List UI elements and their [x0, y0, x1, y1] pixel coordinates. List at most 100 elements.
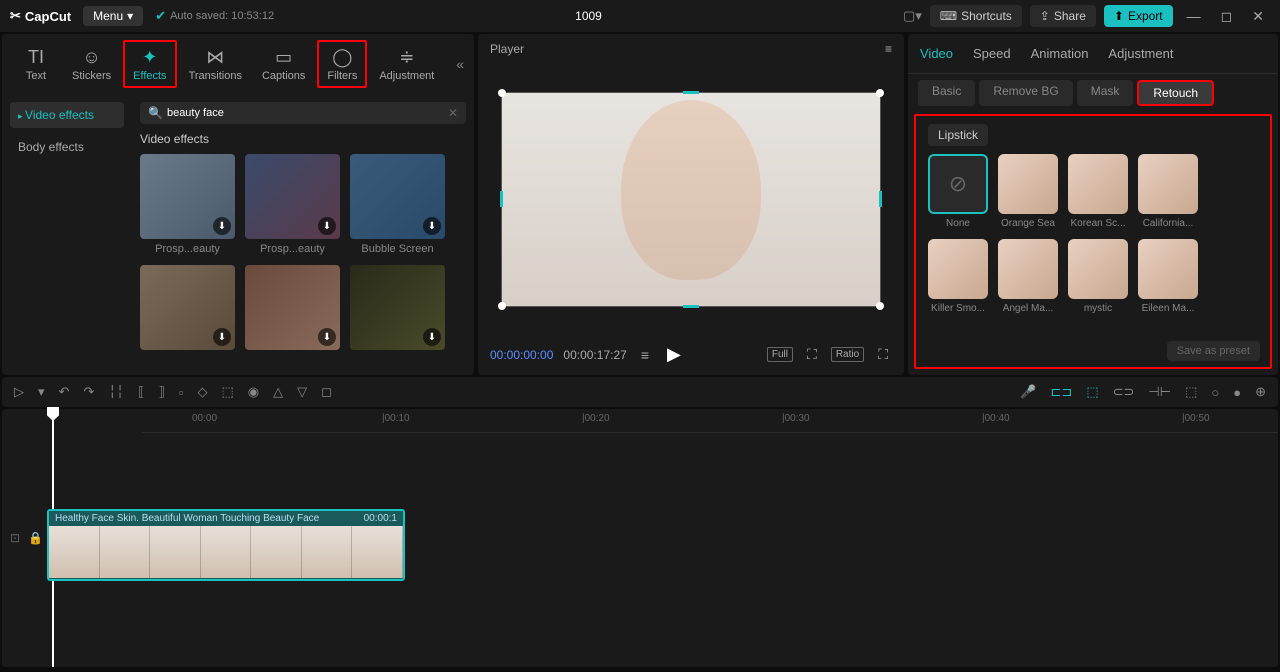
download-icon[interactable]: ⬇	[318, 217, 336, 235]
timeline-ruler[interactable]: 00:00 |00:10 |00:20 |00:30 |00:40 |00:50	[142, 409, 1278, 433]
share-button[interactable]: ⇪ Share	[1030, 5, 1096, 27]
tab-filters[interactable]: ◯Filters	[317, 40, 367, 88]
preset-none[interactable]: ⊘None	[928, 154, 988, 229]
play-button[interactable]: ▶	[663, 342, 685, 367]
preset-item[interactable]: Orange Sea	[998, 154, 1058, 229]
zoom-out[interactable]: ○	[1211, 385, 1219, 400]
mirror-tool[interactable]: ▽	[297, 384, 307, 400]
player-menu-icon[interactable]: ≡	[885, 42, 892, 56]
magnet-tool[interactable]: ⊏⊐	[1051, 384, 1073, 400]
mic-icon[interactable]: 🎤	[1020, 384, 1036, 400]
preset-item[interactable]: mystic	[1068, 239, 1128, 314]
full-button[interactable]: Full	[767, 347, 793, 362]
download-icon[interactable]: ⬇	[213, 328, 231, 346]
crop-marker[interactable]	[683, 305, 699, 308]
video-frame[interactable]	[501, 92, 881, 307]
undo-button[interactable]: ↶	[59, 384, 70, 400]
zoom-in[interactable]: ⊕	[1255, 384, 1266, 400]
crop-tool[interactable]: ◻	[321, 384, 332, 400]
subtab-basic[interactable]: Basic	[918, 80, 975, 106]
chain-tool[interactable]: ⊂⊃	[1113, 384, 1135, 400]
download-icon[interactable]: ⬇	[423, 328, 441, 346]
split-tool[interactable]: ╎╎	[108, 384, 124, 400]
tab-text[interactable]: TIText	[12, 42, 60, 86]
sidebar-item-body-effects[interactable]: Body effects	[10, 134, 124, 160]
tab-speed[interactable]: Speed	[973, 42, 1011, 65]
align-tool[interactable]: ⊣⊢	[1148, 384, 1171, 400]
ratio-button[interactable]: Ratio	[831, 347, 864, 362]
effect-item[interactable]: ⬇Prosp...eauty	[140, 154, 235, 255]
link-tool[interactable]: ⬚	[1086, 384, 1098, 400]
effect-item[interactable]: ⬇	[245, 265, 340, 354]
record-tool[interactable]: ⬚	[221, 384, 233, 400]
effect-item[interactable]: ⬇Prosp...eauty	[245, 154, 340, 255]
preset-item[interactable]: Killer Smo...	[928, 239, 988, 314]
preset-item[interactable]: California...	[1138, 154, 1198, 229]
scale-icon[interactable]: ⛶	[803, 344, 821, 365]
preset-item[interactable]: Korean Sc...	[1068, 154, 1128, 229]
clear-icon[interactable]: ✕	[448, 106, 458, 120]
save-preset-button[interactable]: Save as preset	[1167, 341, 1260, 361]
lock-icon[interactable]: 🔒	[28, 531, 43, 545]
subtab-mask[interactable]: Mask	[1077, 80, 1134, 106]
trim-right-tool[interactable]: ⟧	[158, 384, 164, 400]
track-expand-icon[interactable]: ⊡	[10, 531, 20, 545]
list-icon[interactable]: ≡	[637, 345, 653, 365]
autosave-label: Auto saved: 10:53:12	[170, 10, 274, 22]
trim-left-tool[interactable]: ⟦	[138, 384, 144, 400]
delete-tool[interactable]: ▫	[179, 385, 184, 400]
export-button[interactable]: ⬆ Export	[1104, 5, 1173, 27]
crop-marker[interactable]	[500, 191, 503, 207]
crop-marker[interactable]	[683, 91, 699, 94]
player-canvas[interactable]	[478, 64, 904, 334]
tab-adjustment[interactable]: ≑Adjustment	[371, 42, 442, 86]
fullscreen-icon[interactable]: ⛶	[874, 344, 892, 365]
crop-marker[interactable]	[879, 191, 882, 207]
preset-item[interactable]: Eileen Ma...	[1138, 239, 1198, 314]
redo-button[interactable]: ↷	[83, 384, 94, 400]
zoom-slider[interactable]: ●	[1233, 385, 1241, 400]
adjustment-icon: ≑	[399, 46, 414, 68]
download-icon[interactable]: ⬇	[318, 328, 336, 346]
subtab-removebg[interactable]: Remove BG	[979, 80, 1072, 106]
menu-button[interactable]: Menu ▾	[83, 6, 143, 26]
tab-stickers[interactable]: ☺Stickers	[64, 42, 119, 86]
subtab-retouch[interactable]: Retouch	[1137, 80, 1214, 106]
minimize-button[interactable]: —	[1181, 8, 1207, 24]
dropdown-icon[interactable]: ▾	[38, 384, 45, 400]
search-box[interactable]: 🔍 ✕	[140, 102, 466, 124]
download-icon[interactable]: ⬇	[213, 217, 231, 235]
collapse-icon[interactable]: «	[456, 56, 464, 72]
search-input[interactable]	[167, 107, 444, 119]
tab-video[interactable]: Video	[920, 42, 953, 65]
sidebar-item-video-effects[interactable]: Video effects	[10, 102, 124, 128]
preset-item[interactable]: Angel Ma...	[998, 239, 1058, 314]
video-clip[interactable]: Healthy Face Skin. Beautiful Woman Touch…	[47, 509, 405, 581]
effect-item[interactable]: ⬇	[140, 265, 235, 354]
resize-handle[interactable]	[498, 302, 506, 310]
effect-item[interactable]: ⬇	[350, 265, 445, 354]
thumb-grid: ⬇Prosp...eauty ⬇Prosp...eauty ⬇Bubble Sc…	[140, 154, 466, 354]
tab-filters-label: Filters	[327, 70, 357, 82]
effect-item[interactable]: ⬇Bubble Screen	[350, 154, 445, 255]
layout-icon[interactable]: ▢▾	[903, 8, 922, 24]
resize-handle[interactable]	[498, 89, 506, 97]
preview-tool[interactable]: ⬚	[1185, 384, 1197, 400]
tab-animation[interactable]: Animation	[1031, 42, 1089, 65]
project-title[interactable]: 1009	[286, 9, 891, 23]
tab-captions[interactable]: ▭Captions	[254, 42, 313, 86]
select-tool[interactable]: ▷	[14, 384, 24, 400]
resize-handle[interactable]	[876, 89, 884, 97]
reverse-tool[interactable]: △	[273, 384, 283, 400]
resize-handle[interactable]	[876, 302, 884, 310]
speed-tool[interactable]: ◉	[248, 384, 259, 400]
marker-tool[interactable]: ◇	[197, 384, 207, 400]
tab-adjustment-prop[interactable]: Adjustment	[1108, 42, 1173, 65]
shortcuts-button[interactable]: ⌨ Shortcuts	[930, 5, 1022, 27]
maximize-button[interactable]: ◻	[1215, 8, 1239, 25]
timeline[interactable]: ⊡ 🔒 👁 🔊 ⋯ ✎ Cover 00:00 |00:10 |00:20 |0…	[2, 409, 1278, 667]
tab-transitions[interactable]: ⋈Transitions	[181, 42, 250, 86]
download-icon[interactable]: ⬇	[423, 217, 441, 235]
tab-effects[interactable]: ✦Effects	[123, 40, 176, 88]
close-button[interactable]: ✕	[1246, 8, 1270, 25]
